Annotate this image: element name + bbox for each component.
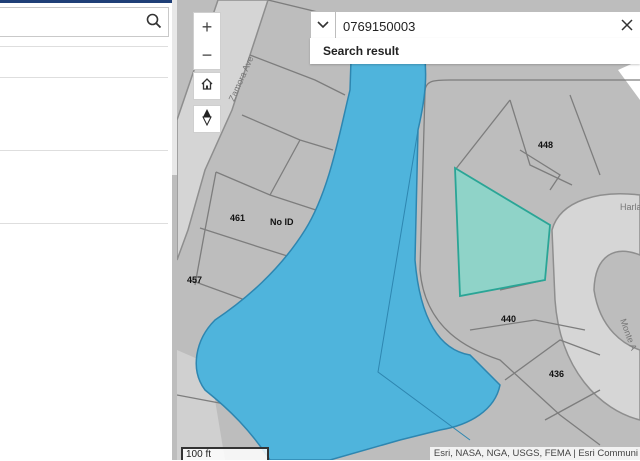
map-view[interactable]: 448 461 No ID 457 440 436 Zamora Ave Har… [177,0,640,460]
zoom-in-button[interactable]: + [194,13,220,41]
map-attribution: Esri, NASA, NGA, USGS, FEMA | Esri Commu… [429,447,640,460]
close-icon[interactable] [621,18,633,36]
parcel-label: 440 [501,314,516,324]
sidebar-search-box[interactable] [0,7,169,37]
parcel-label: No ID [270,217,294,227]
home-button[interactable] [193,72,221,100]
divider [0,150,168,151]
home-icon [200,77,214,96]
compass-icon [200,108,214,131]
search-source-dropdown[interactable] [311,12,336,38]
scale-bar: 100 ft [181,447,269,460]
search-results-label: Search result [323,44,400,58]
divider [0,46,168,47]
sidebar-search-input[interactable] [6,12,140,34]
search-icon[interactable] [146,13,162,34]
map-search-box[interactable] [310,11,640,39]
divider [0,77,168,78]
search-results-header: Search result [310,38,640,64]
map-search-input[interactable] [341,15,615,37]
compass-button[interactable] [193,105,221,133]
parcel-label: 457 [187,275,202,285]
map-canvas[interactable]: 448 461 No ID 457 440 436 Zamora Ave Har… [177,0,640,460]
parcel-label: 436 [549,369,564,379]
parcel-label: 461 [230,213,245,223]
sidebar-panel [0,3,172,460]
chevron-down-icon [317,16,329,34]
zoom-out-button[interactable]: − [194,41,220,69]
street-label: Harla [620,202,640,212]
divider [0,223,168,224]
zoom-control: + − [193,12,221,70]
parcel-label: 448 [538,140,553,150]
